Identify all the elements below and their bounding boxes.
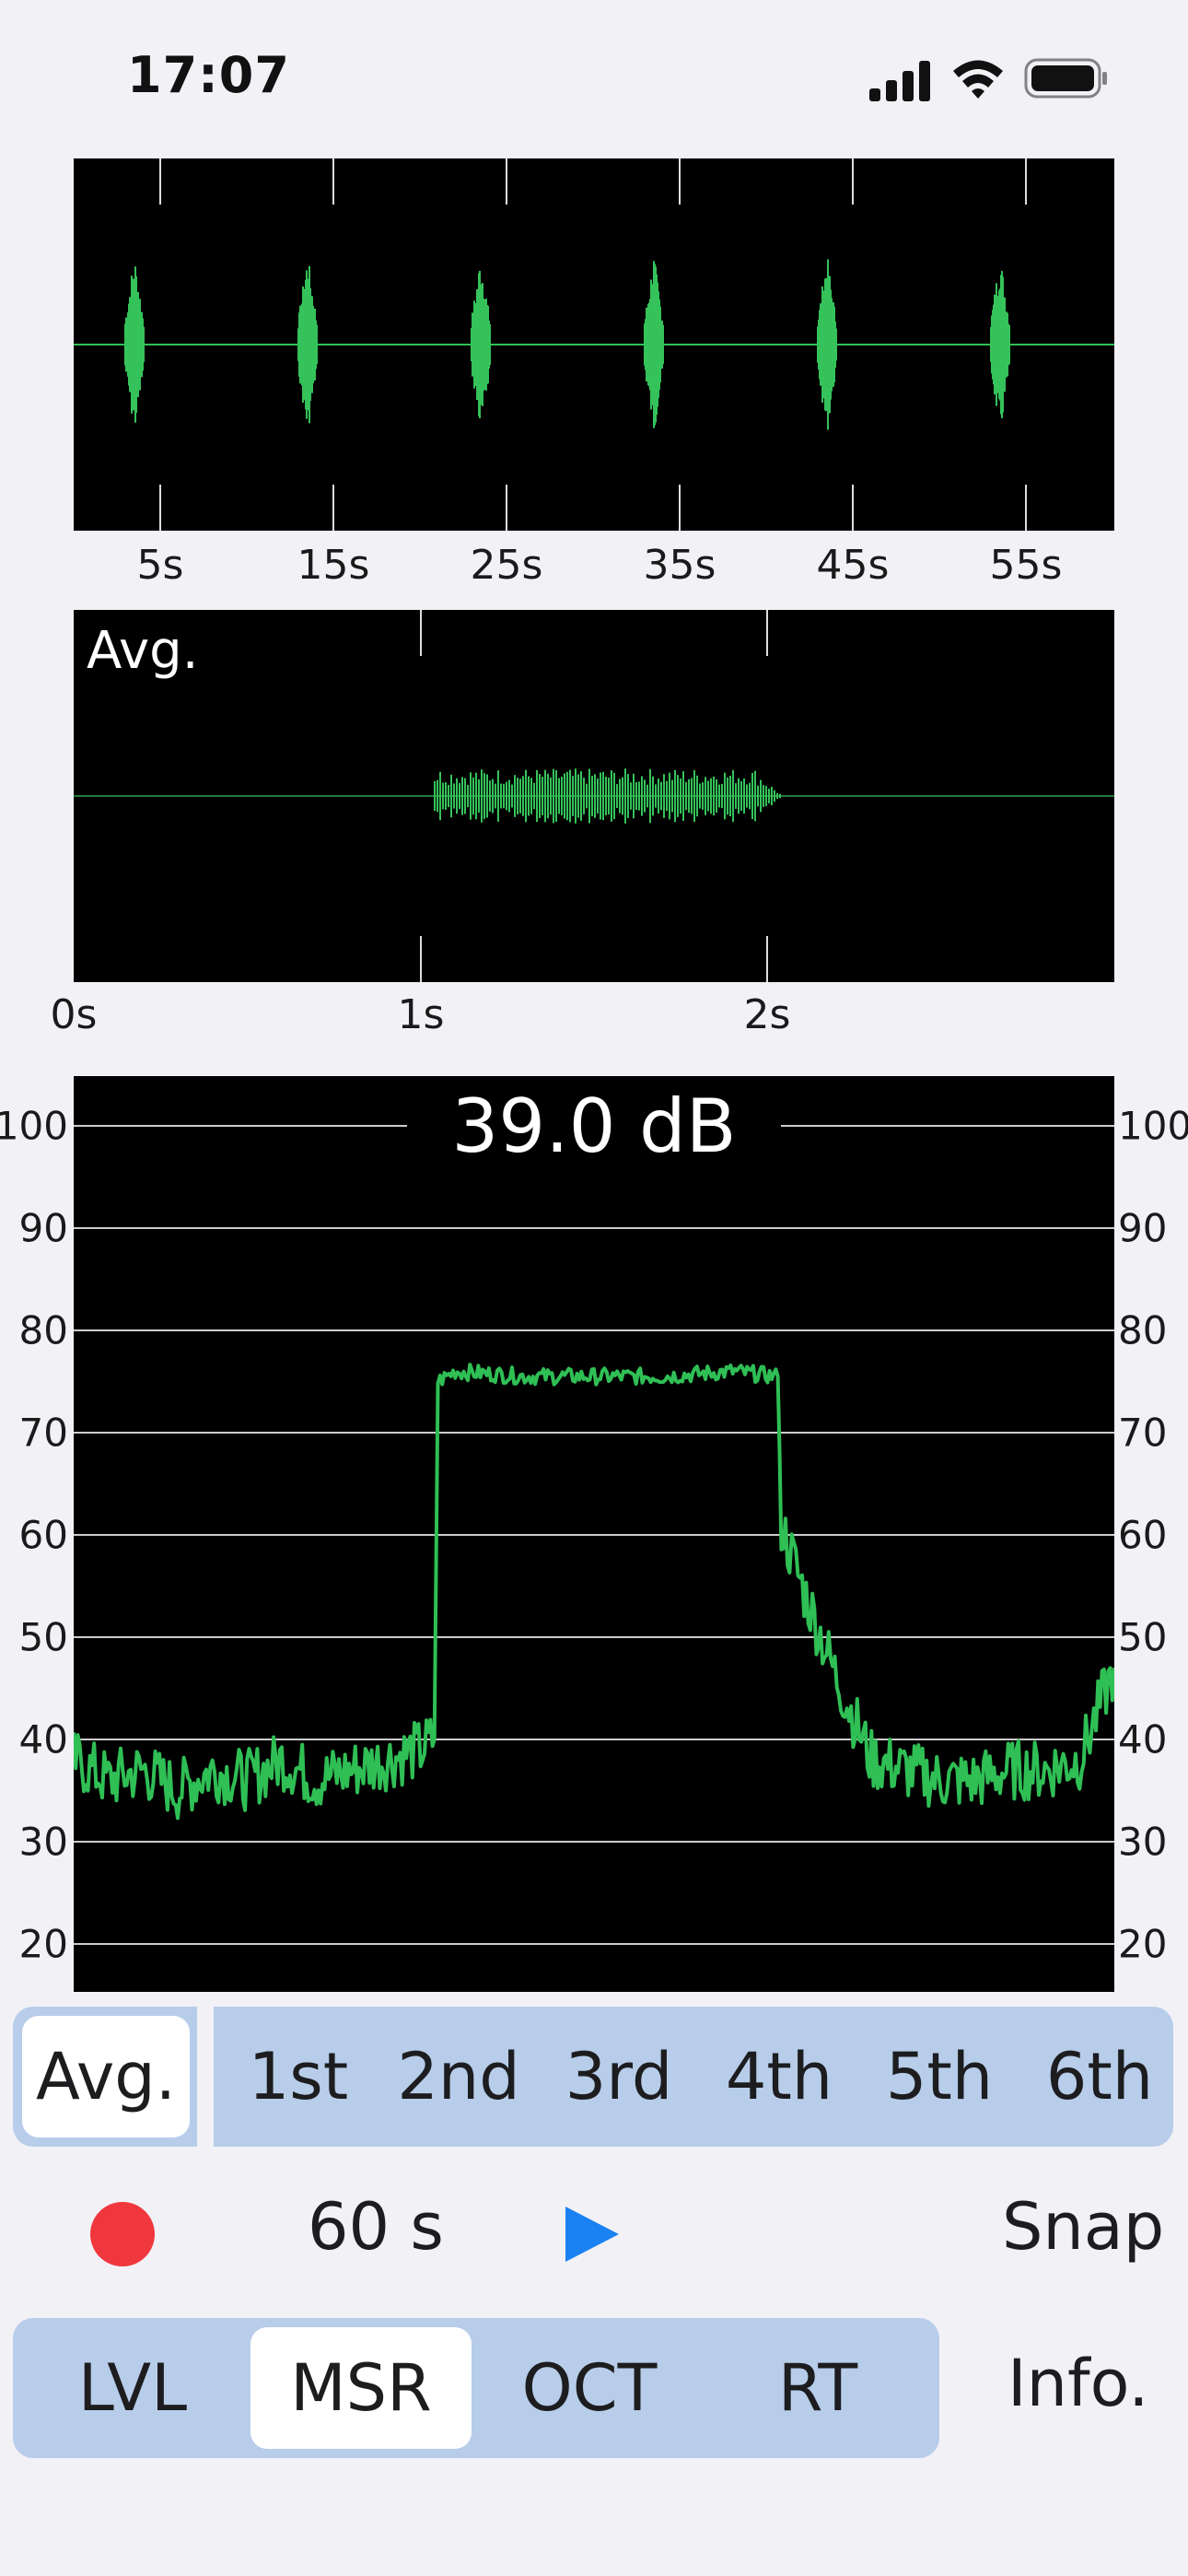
take-selector: Avg. 1st 2nd 3rd 4th 5th 6th bbox=[13, 2007, 1173, 2147]
level-readout: 39.0 dB bbox=[451, 1083, 737, 1169]
y-axis-label: 60 bbox=[18, 1512, 68, 1558]
y-axis-label: 80 bbox=[18, 1307, 68, 1353]
overview-tick-label: 45s bbox=[816, 542, 890, 589]
average-label: Avg. bbox=[87, 621, 199, 681]
info-button[interactable]: Info. bbox=[1007, 2346, 1149, 2421]
duration-value[interactable]: 60 s bbox=[308, 2189, 444, 2265]
y-axis-label: 80 bbox=[1118, 1307, 1168, 1353]
take-option-2nd[interactable]: 2nd bbox=[381, 2016, 536, 2137]
overview-tick-label: 55s bbox=[989, 542, 1063, 589]
mode-tabs: LVL MSR OCT RT bbox=[13, 2318, 939, 2458]
y-axis-label: 40 bbox=[1118, 1716, 1168, 1762]
wifi-icon bbox=[953, 60, 1003, 99]
take-option-4th[interactable]: 4th bbox=[702, 2016, 856, 2137]
record-button[interactable] bbox=[90, 2202, 155, 2266]
y-axis-label: 50 bbox=[1118, 1614, 1168, 1660]
y-axis-label: 90 bbox=[1118, 1205, 1168, 1251]
y-axis-label: 40 bbox=[18, 1716, 68, 1762]
level-chart[interactable]: 39.0 dB bbox=[72, 1076, 1116, 1992]
mode-tab-rt[interactable]: RT bbox=[707, 2327, 928, 2449]
level-chart-plot bbox=[72, 1125, 1116, 1945]
y-axis-label: 60 bbox=[1118, 1512, 1168, 1558]
y-axis-label: 70 bbox=[1118, 1410, 1168, 1456]
y-axis-label: 100 bbox=[1118, 1103, 1188, 1149]
overview-tick-label: 5s bbox=[136, 542, 184, 589]
cellular-signal-icon bbox=[869, 61, 930, 101]
mode-tab-lvl[interactable]: LVL bbox=[22, 2327, 243, 2449]
mode-tab-oct[interactable]: OCT bbox=[479, 2327, 700, 2449]
overview-tick-label: 15s bbox=[297, 542, 370, 589]
y-axis-label: 20 bbox=[1118, 1921, 1168, 1967]
y-axis-label: 100 bbox=[0, 1103, 68, 1149]
average-tick-label: 1s bbox=[397, 991, 445, 1038]
average-tick-label: 2s bbox=[743, 991, 791, 1038]
battery-icon bbox=[1024, 58, 1107, 99]
take-option-5th[interactable]: 5th bbox=[862, 2016, 1017, 2137]
y-axis-label: 30 bbox=[1118, 1819, 1168, 1865]
y-axis-label: 20 bbox=[18, 1921, 68, 1967]
mode-tab-msr[interactable]: MSR bbox=[250, 2327, 472, 2449]
y-axis-label: 70 bbox=[18, 1410, 68, 1456]
overview-tick-label: 25s bbox=[470, 542, 543, 589]
y-axis-label: 30 bbox=[18, 1819, 68, 1865]
take-option-6th[interactable]: 6th bbox=[1022, 2016, 1177, 2137]
take-option-avg[interactable]: Avg. bbox=[22, 2016, 190, 2137]
take-option-3rd[interactable]: 3rd bbox=[542, 2016, 696, 2137]
overview-waveform[interactable] bbox=[74, 158, 1114, 531]
y-axis-label: 90 bbox=[18, 1205, 68, 1251]
status-time: 17:07 bbox=[127, 46, 290, 104]
average-waveform[interactable]: Avg. bbox=[74, 610, 1114, 982]
play-icon[interactable] bbox=[565, 2207, 624, 2262]
take-option-1st[interactable]: 1st bbox=[221, 2016, 376, 2137]
snap-button[interactable]: Snap bbox=[1002, 2189, 1164, 2265]
y-axis-label: 50 bbox=[18, 1614, 68, 1660]
overview-tick-label: 35s bbox=[643, 542, 716, 589]
average-tick-label: 0s bbox=[50, 991, 98, 1038]
